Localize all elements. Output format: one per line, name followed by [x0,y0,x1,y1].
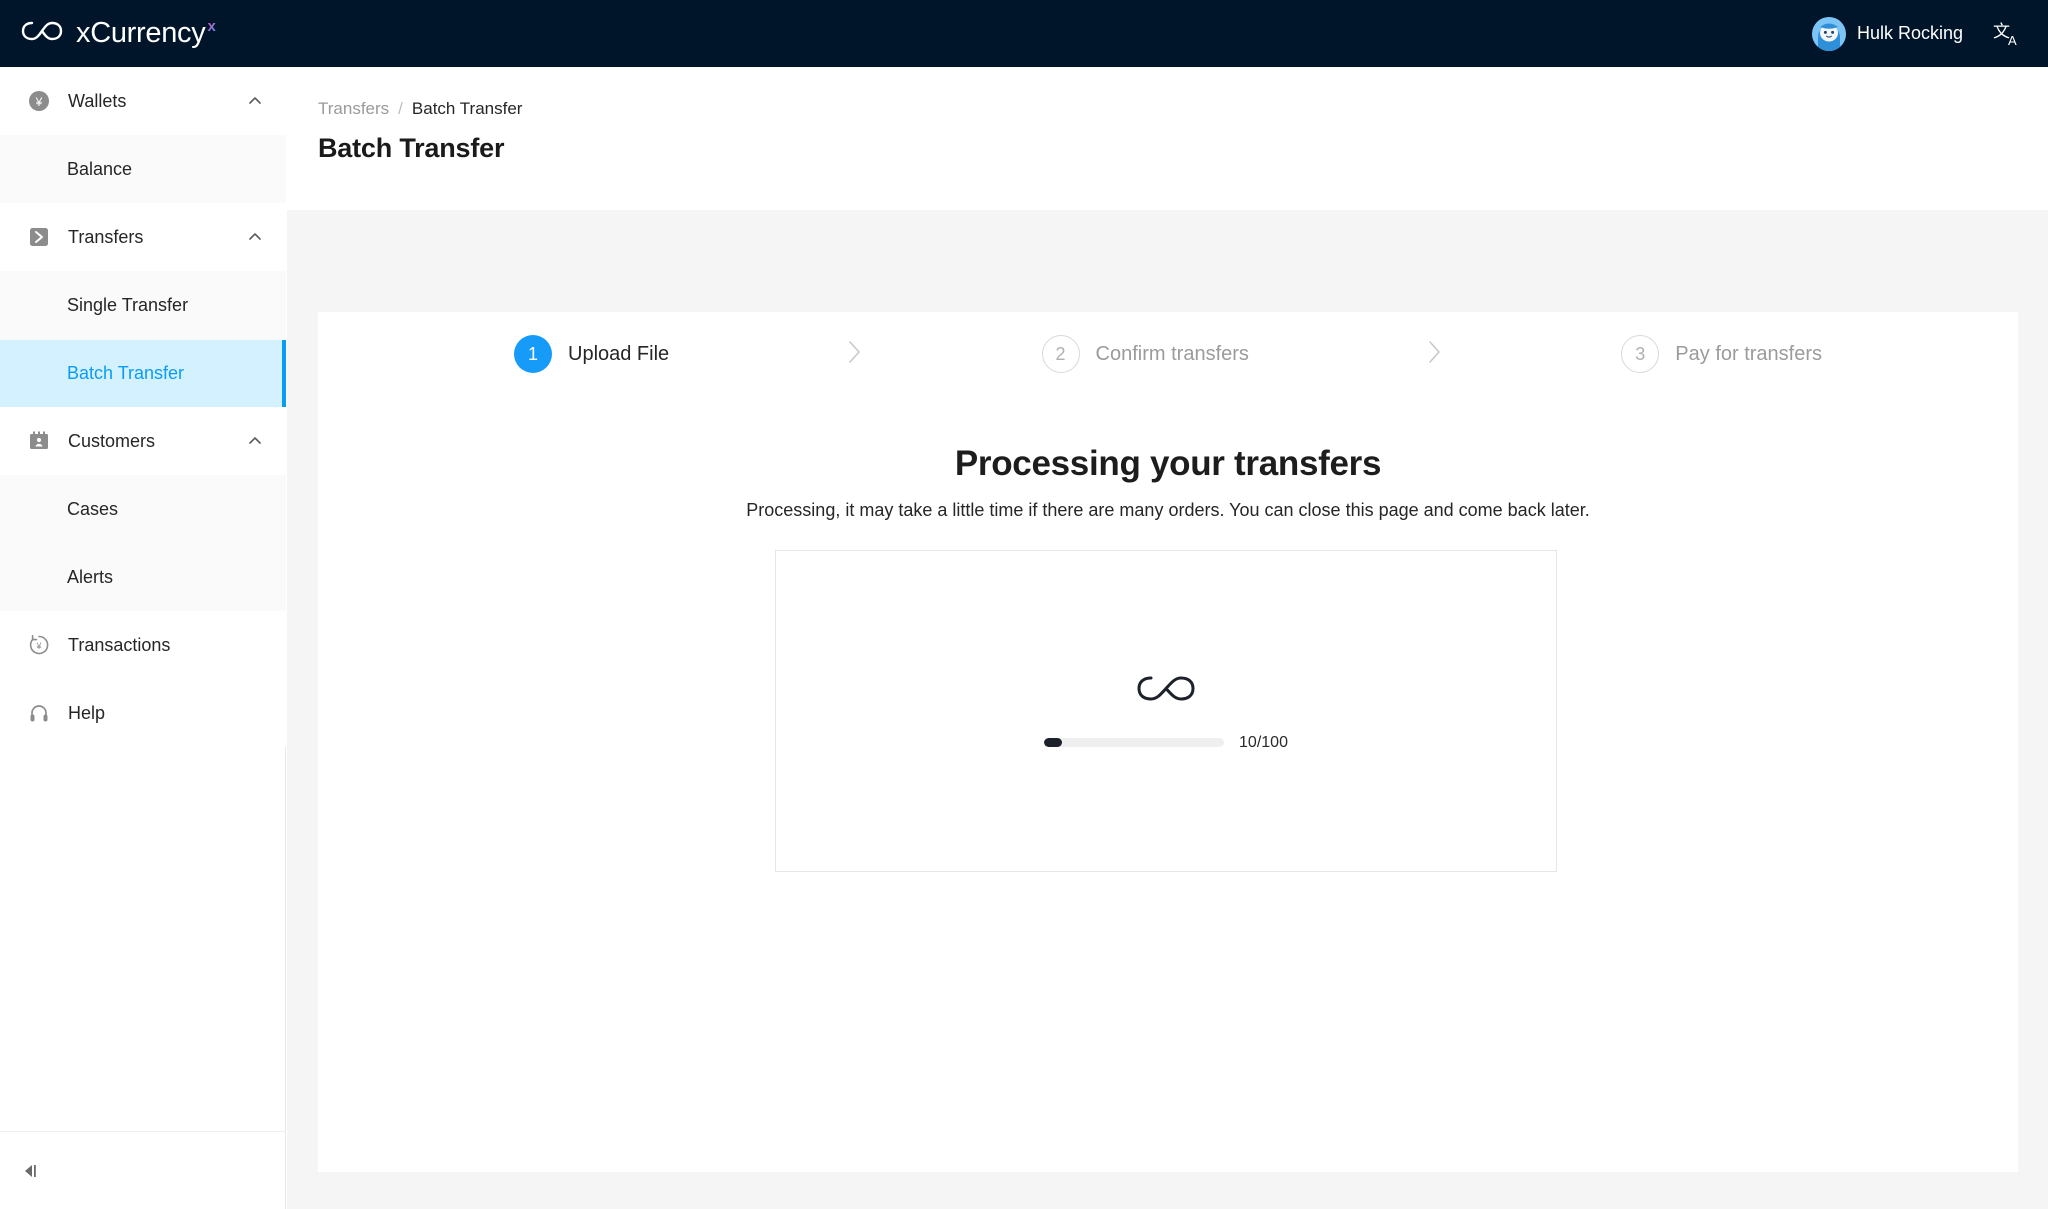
sidebar-item-cases[interactable]: Cases [0,475,286,543]
sidebar-group-wallets[interactable]: ¥ Wallets [0,67,286,135]
breadcrumb-separator: / [398,99,403,118]
headset-icon [28,702,50,724]
chevron-right-icon [1425,337,1445,372]
svg-text:¥: ¥ [35,95,43,109]
infinity-loader-icon [1135,671,1197,712]
sidebar-item-label: Balance [67,159,133,179]
breadcrumb: Transfers / Batch Transfer [287,67,2048,119]
processing-loader-panel: 10/100 [775,550,1557,872]
brand-mark-x: x [207,18,216,35]
sidebar-item-label: Transactions [68,634,171,655]
sidebar: ¥ Wallets Balance Transfers Single Trans… [0,67,286,1209]
user-menu[interactable]: Hulk Rocking [1811,16,1963,51]
progress-row: 10/100 [1044,734,1288,752]
processing-title: Processing your transfers [954,444,1382,483]
page-title: Batch Transfer [318,133,505,163]
wallet-currency-icon: ¥ [28,90,50,112]
step-pay-for-transfers[interactable]: 3 Pay for transfers [1621,335,1822,373]
step-separator-1 [669,337,1041,372]
chevron-right-icon [845,337,865,372]
sidebar-item-balance[interactable]: Balance [0,135,286,203]
chevron-up-icon [248,434,262,448]
sidebar-item-transactions[interactable]: ¥ Transactions [0,611,286,679]
sidebar-item-label: Single Transfer [67,295,189,315]
batch-transfer-card: 1 Upload File 2 Confirm transfers 3 Pay … [318,312,2018,1172]
sidebar-item-batch-transfer[interactable]: Batch Transfer [0,339,286,407]
sidebar-item-label: Help [68,702,106,723]
progress-label: 10/100 [1239,733,1288,751]
step-label: Pay for transfers [1675,342,1823,365]
infinity-icon [20,18,64,49]
main-content: Transfers / Batch Transfer Batch Transfe… [287,67,2048,1209]
brand-name-text: xCurrency [76,17,206,49]
sidebar-group-label: Wallets [68,90,127,111]
sidebar-item-help[interactable]: Help [0,679,286,747]
brand-name: xCurrency x [76,17,216,50]
step-number-badge: 1 [514,335,552,373]
progress-bar [1044,738,1225,747]
sidebar-item-alerts[interactable]: Alerts [0,543,286,611]
content-background: 1 Upload File 2 Confirm transfers 3 Pay … [287,210,2048,1209]
transaction-history-icon: ¥ [28,634,50,656]
chevron-up-icon [248,230,262,244]
step-separator-2 [1249,337,1621,372]
collapse-sidebar-icon[interactable] [22,1162,42,1180]
progress-bar-fill [1044,738,1063,747]
sidebar-item-label: Batch Transfer [67,363,185,383]
sidebar-item-label: Cases [67,499,119,519]
step-number-badge: 3 [1621,335,1660,373]
sidebar-item-single-transfer[interactable]: Single Transfer [0,271,286,339]
step-label: Confirm transfers [1095,342,1249,365]
brand-logo-link[interactable]: xCurrency x [0,17,216,50]
step-upload-file[interactable]: 1 Upload File [514,335,669,373]
stepper: 1 Upload File 2 Confirm transfers 3 Pay … [318,335,2018,373]
sidebar-footer [0,1131,285,1209]
step-label: Upload File [568,342,670,365]
breadcrumb-current: Batch Transfer [411,99,523,118]
user-avatar-icon [1811,16,1846,51]
top-bar: xCurrency x Hulk Rocking 文 A [0,0,2048,67]
sidebar-group-transfers[interactable]: Transfers [0,203,286,271]
sidebar-group-label: Transfers [68,226,144,247]
step-confirm-transfers[interactable]: 2 Confirm transfers [1041,335,1249,373]
processing-subtitle: Processing, it may take a little time if… [746,500,1590,520]
user-name-label: Hulk Rocking [1856,23,1963,43]
sidebar-nav: ¥ Wallets Balance Transfers Single Trans… [0,67,286,747]
svg-text:¥: ¥ [35,641,42,651]
sidebar-group-customers[interactable]: Customers [0,407,286,475]
customers-id-card-icon [28,430,50,452]
transfer-arrow-icon [28,226,50,248]
top-bar-actions: Hulk Rocking 文 A [1811,16,2048,51]
chevron-up-icon [248,94,262,108]
translate-icon[interactable]: 文 A [1993,20,2022,48]
step-number-badge: 2 [1041,335,1080,373]
sidebar-item-label: Alerts [67,567,114,587]
svg-text:A: A [2008,33,2017,48]
sidebar-group-label: Customers [68,430,156,451]
breadcrumb-parent[interactable]: Transfers [318,99,389,119]
